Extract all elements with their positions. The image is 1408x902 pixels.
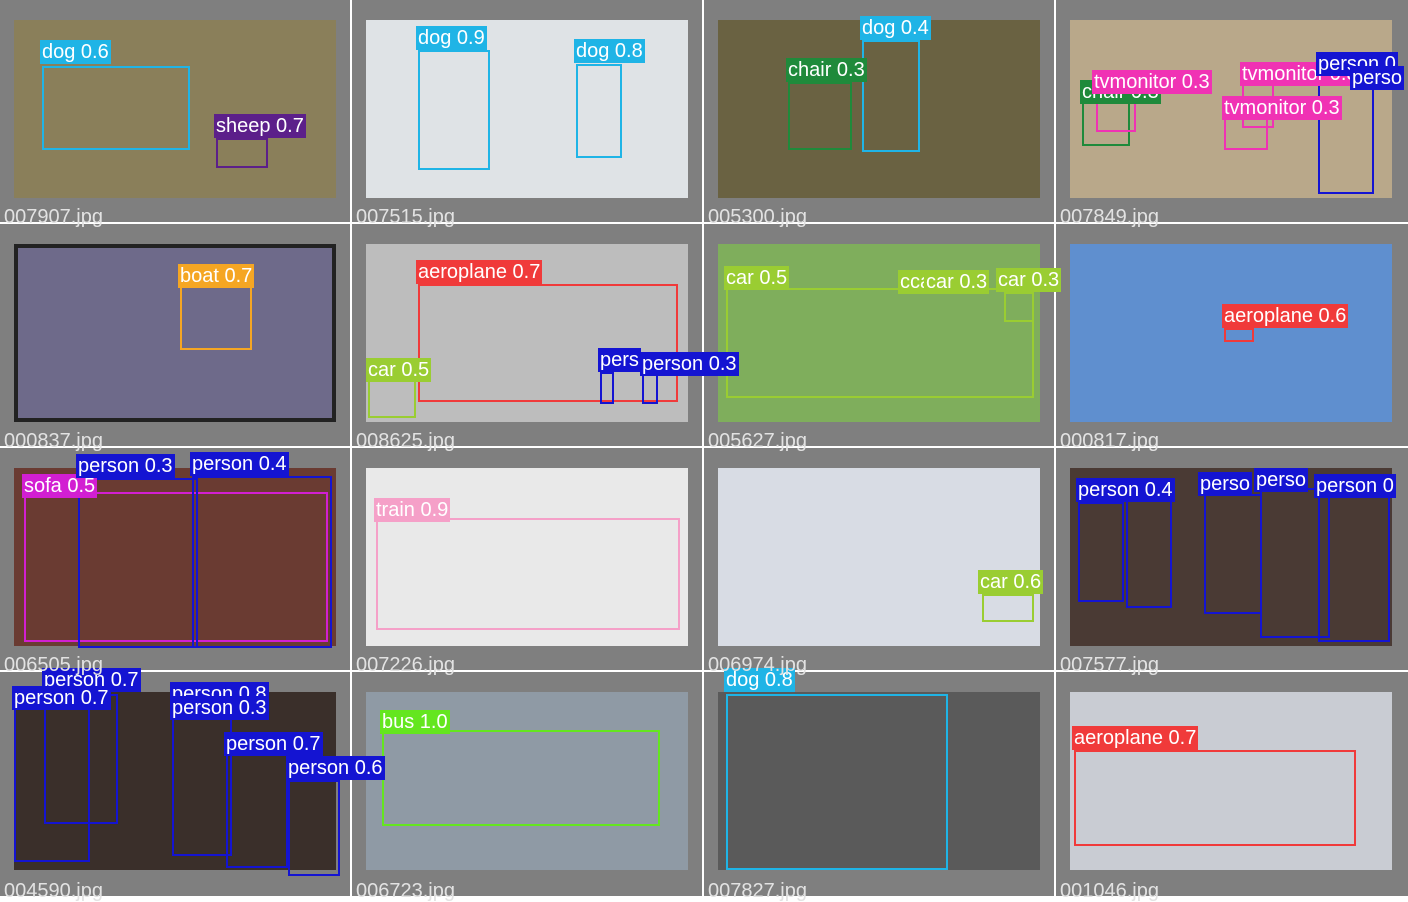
- result-tile[interactable]: bus 1.0 006723.jpg: [352, 672, 702, 902]
- filename: 000837.jpg: [4, 430, 103, 452]
- filename: 004590.jpg: [4, 880, 103, 902]
- bbox-tvmonitor: [1224, 118, 1268, 150]
- filename: 007577.jpg: [1060, 654, 1159, 676]
- filename: 005300.jpg: [708, 206, 807, 228]
- label-person: person 0.4: [190, 452, 289, 476]
- bbox-aeroplane: [418, 284, 678, 402]
- photo: [14, 244, 336, 422]
- bbox-car: [726, 288, 1034, 398]
- label-person: person 0.7: [12, 686, 111, 710]
- result-tile[interactable]: boat 0.7 000837.jpg: [0, 224, 350, 452]
- filename: 006505.jpg: [4, 654, 103, 676]
- result-tile[interactable]: dog 0.8 007827.jpg: [704, 668, 1054, 902]
- label-chair: chair 0.3: [786, 58, 867, 82]
- filename: 007226.jpg: [356, 654, 455, 676]
- filename: 006723.jpg: [356, 880, 455, 902]
- label-dog: dog 0.6: [40, 40, 111, 64]
- result-tile[interactable]: dog 0.4 chair 0.3 005300.jpg: [704, 0, 1054, 228]
- result-tile[interactable]: person 0.4 perso perso person 0 007577.j…: [1056, 448, 1408, 676]
- label-tvmonitor: tvmonitor 0.3: [1092, 70, 1212, 94]
- label-person: person 0.7: [224, 732, 323, 756]
- label-dog: dog 0.9: [416, 26, 487, 50]
- bbox-dog: [42, 66, 190, 150]
- bbox-person: [600, 372, 614, 404]
- label-person: person 0: [1314, 474, 1396, 498]
- bbox-boat: [180, 284, 252, 350]
- bbox-person: [172, 710, 232, 856]
- bbox-chair: [788, 82, 852, 150]
- bbox-dog: [576, 64, 622, 158]
- label-person: person 0.4: [1076, 478, 1175, 502]
- bbox-person: [1318, 492, 1390, 642]
- filename: 006974.jpg: [708, 654, 807, 676]
- bbox-bus: [382, 730, 660, 826]
- label-person: person 0.3: [170, 696, 269, 720]
- label-car: car 0.6: [978, 570, 1044, 594]
- bbox-sheep: [216, 138, 268, 168]
- bbox-dog: [862, 40, 920, 152]
- label-tvmonitor: tvmonitor 0.3: [1222, 96, 1342, 120]
- result-tile[interactable]: aeroplane 0.7 car 0.5 pers person 0.3 00…: [352, 224, 739, 452]
- label-person: person 0.3: [640, 352, 739, 376]
- bbox-person: [78, 478, 198, 648]
- result-tile[interactable]: sofa 0.5 person 0.3 person 0.4 006505.jp…: [0, 448, 350, 676]
- label-person: perso: [1350, 66, 1405, 90]
- label-car: car 0.5: [724, 266, 790, 290]
- bbox-person: [226, 754, 288, 868]
- bbox-car: [368, 380, 416, 418]
- label-person: perso: [1254, 468, 1309, 492]
- result-tile[interactable]: car 0.6 006974.jpg: [704, 448, 1054, 676]
- bbox-car: [982, 594, 1034, 622]
- bbox-person: [1078, 502, 1124, 602]
- label-person: perso: [1198, 472, 1253, 496]
- label-boat: boat 0.7: [178, 264, 255, 288]
- bbox-person: [1318, 76, 1374, 194]
- label-bus: bus 1.0: [380, 710, 450, 734]
- label-aeroplane: aeroplane 0.7: [416, 260, 543, 284]
- result-tile[interactable]: car 0.5 cca car 0.3 car 0.3 005627.jpg: [704, 224, 1062, 452]
- filename: 007849.jpg: [1060, 206, 1159, 228]
- filename: 000817.jpg: [1060, 430, 1159, 452]
- bbox-aeroplane: [1074, 750, 1356, 846]
- result-tile[interactable]: train 0.9 007226.jpg: [352, 448, 702, 676]
- bbox-person: [288, 780, 340, 876]
- filename: 005627.jpg: [708, 430, 807, 452]
- filename: 007515.jpg: [356, 206, 455, 228]
- bbox-train: [376, 518, 680, 630]
- label-car: car 0.3: [924, 270, 990, 294]
- label-aeroplane: aeroplane 0.6: [1222, 304, 1349, 328]
- label-dog: dog 0.8: [574, 39, 645, 63]
- bbox-car: [1004, 292, 1034, 322]
- result-tile[interactable]: person 0.7 person 0.7 person 0.8 person …: [0, 668, 385, 902]
- bbox-person: [642, 374, 658, 404]
- label-car: car 0.3: [996, 268, 1062, 292]
- bbox-dog: [726, 694, 948, 870]
- label-sheep: sheep 0.7: [214, 114, 306, 138]
- result-tile[interactable]: aeroplane 0.6 000817.jpg: [1056, 224, 1408, 452]
- filename: 008625.jpg: [356, 430, 455, 452]
- filename: 001046.jpg: [1060, 880, 1159, 902]
- label-person: person 0.3: [76, 454, 175, 478]
- result-tile[interactable]: aeroplane 0.7 001046.jpg: [1056, 672, 1408, 902]
- label-dog: dog 0.4: [860, 16, 931, 40]
- result-tile[interactable]: chair 0.3 tvmonitor 0.3 tvmonitor 0.3 tv…: [1056, 0, 1408, 228]
- filename: 007827.jpg: [708, 880, 807, 902]
- bbox-person: [1204, 494, 1262, 614]
- label-person: person 0.6: [286, 756, 385, 780]
- bbox-aeroplane: [1224, 328, 1254, 342]
- label-person: pers: [598, 348, 641, 372]
- bbox-person: [44, 694, 118, 824]
- label-train: train 0.9: [374, 498, 451, 522]
- filename: 007907.jpg: [4, 206, 103, 228]
- label-car: car 0.5: [366, 358, 432, 382]
- result-tile[interactable]: dog 0.9 dog 0.8 007515.jpg: [352, 0, 702, 228]
- bbox-person: [192, 476, 332, 648]
- bbox-person: [1126, 498, 1172, 608]
- label-aeroplane: aeroplane 0.7: [1072, 726, 1199, 750]
- detection-results-grid: dog 0.6 sheep 0.7 007907.jpg dog 0.9 dog…: [0, 0, 1408, 902]
- bbox-dog: [418, 50, 490, 170]
- result-tile[interactable]: dog 0.6 sheep 0.7 007907.jpg: [0, 0, 350, 228]
